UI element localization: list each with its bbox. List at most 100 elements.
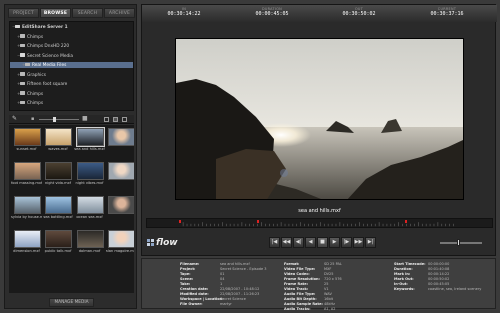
go-to-end-button[interactable]: ▶| [365, 237, 376, 248]
clip-thumbnail[interactable]: sunset.mxf [11, 128, 43, 152]
metadata-column: Format: SD 25 PAL Video File Type: MXF Video… [284, 262, 342, 312]
flow-logo-icon [147, 239, 154, 246]
clip-thumbnail-image [75, 127, 105, 147]
clip-thumbnail[interactable]: waves.mxf [43, 128, 75, 152]
metadata-value: martyr [220, 302, 232, 306]
tree-item[interactable]: + Fifteen foot square [10, 81, 133, 87]
tree-item[interactable]: + Chimps [10, 100, 133, 106]
play-reverse-button[interactable]: ◀ [305, 237, 316, 248]
clip-thumbnail[interactable]: public talk.mxf [43, 230, 75, 254]
thumbnail-view-icon[interactable] [113, 117, 118, 122]
clip-thumbnail[interactable]: sylvia by house.mxf [11, 196, 43, 220]
tree-item[interactable]: + Graphics [10, 72, 133, 78]
clip-thumbnail[interactable]: ocean sea.mxf [74, 196, 106, 220]
clip-caption: sea and hills.mxf [298, 208, 341, 214]
manage-media-button[interactable]: MANAGE MEDIA [49, 298, 94, 307]
clip-thumbnail[interactable]: foot massing.mxf [11, 162, 43, 186]
tab-bar: PROJECT BROWSE SEARCH ARCHIVE [8, 8, 135, 18]
clip-thumbnail[interactable] [106, 162, 134, 180]
timecode-duration: DURATION 00:00:45:05 [237, 7, 307, 18]
clip-filename: waves.mxf [48, 147, 68, 151]
tree-item[interactable]: + Chimps [10, 34, 133, 40]
tree-item[interactable]: − EditShare Server 1 [10, 24, 133, 30]
clip-thumbnail[interactable]: dimension.mxf [11, 230, 43, 254]
flow-logo: flow [156, 238, 178, 248]
metadata-row: File Owner: martyr [180, 302, 266, 307]
tab-archive[interactable]: ARCHIVE [104, 8, 135, 18]
clip-thumbnail[interactable]: sea and hills.mxf [74, 127, 106, 152]
folder-icon [20, 91, 25, 95]
clip-thumbnail[interactable]: dolman.mxf [74, 230, 106, 254]
go-to-start-button[interactable]: |◀ [269, 237, 280, 248]
clip-filename: night vida.mxf [44, 181, 72, 185]
clip-thumbnail-image [108, 230, 134, 248]
tree-item[interactable]: + Chimps DnxHD 220 [10, 43, 133, 49]
clip-thumbnail-grid: sunset.mxf waves.mxf sea and hills.mxf foot… [9, 125, 134, 293]
metadata-key: File Owner: [180, 302, 203, 306]
clip-thumbnail[interactable]: night vida.mxf [43, 162, 75, 186]
clip-thumbnail[interactable] [106, 196, 134, 214]
tab-browse[interactable]: BROWSE [40, 8, 71, 18]
volume-slider[interactable] [440, 239, 482, 246]
mark-in-marker[interactable] [179, 220, 181, 223]
wrench-icon[interactable]: ✎ [12, 116, 18, 122]
clip-thumbnail[interactable]: night vibes.mxf [74, 162, 106, 186]
tree-item[interactable]: + Chimps [10, 91, 133, 97]
volume-thumb[interactable] [457, 239, 460, 246]
stop-button[interactable]: ■ [317, 237, 328, 248]
mark-out-marker[interactable] [257, 220, 259, 223]
transport-controls: |◀ ◀◀ ◀| ◀ ■ ▶ |▶ ▶▶ ▶| [269, 237, 376, 249]
clip-filename: sea and hills.mxf [74, 147, 105, 151]
grid-view-icon[interactable] [104, 117, 109, 122]
player-panel: IN 00:30:14:22 DURATION 00:00:45:05 OUT … [141, 4, 497, 256]
clip-filename: sea bottling.mxf [43, 215, 73, 219]
clip-filename: alan magoire.mxf [105, 249, 135, 253]
metadata-value: coastline, sea, Ireland scenery [428, 287, 482, 291]
tree-item[interactable]: + Real Media Files [10, 62, 133, 68]
video-viewer[interactable] [175, 38, 464, 200]
clip-thumbnail-image [13, 162, 41, 180]
fast-forward-button[interactable]: ▶▶ [353, 237, 364, 248]
list-view-icon[interactable] [122, 117, 127, 122]
step-back-button[interactable]: ◀| [293, 237, 304, 248]
timeline-ticks [182, 222, 454, 227]
timecode-value: 00:30:50:02 [342, 11, 376, 17]
clip-filename: ocean sea.mxf [76, 215, 103, 219]
play-button[interactable]: ▶ [329, 237, 340, 248]
timeline-scrubber[interactable] [146, 218, 493, 228]
folder-tree: − EditShare Server 1 + Chimps + Chimps DnxHD … [9, 21, 134, 111]
clip-thumbnail-image [76, 230, 104, 248]
tab-project[interactable]: PROJECT [8, 8, 39, 18]
clip-thumbnail[interactable]: alan magoire.mxf [105, 230, 135, 254]
tree-item-label: Chimps [27, 91, 44, 97]
timecode-out: OUT 00:30:50:02 [324, 7, 394, 18]
folder-icon [15, 24, 20, 28]
timecode-in: IN 00:30:14:22 [149, 7, 219, 18]
clip-thumbnail-image [108, 162, 134, 180]
metadata-row: Audio Tracks: A1, A2 [284, 307, 342, 312]
zoom-out-icon[interactable]: ▪ [31, 116, 34, 122]
playhead-marker[interactable] [405, 220, 407, 223]
tree-item[interactable]: − Secret Science Media [10, 53, 133, 59]
clip-filename: night vibes.mxf [75, 181, 104, 185]
folder-icon [20, 100, 25, 104]
step-forward-button[interactable]: |▶ [341, 237, 352, 248]
timecode-value: 00:00:45:05 [255, 11, 289, 17]
clip-thumbnail-image [45, 162, 72, 180]
folder-icon [20, 53, 25, 57]
timecode-bar: IN 00:30:14:22 DURATION 00:00:45:05 OUT … [142, 5, 497, 22]
folder-icon [20, 34, 25, 38]
clip-thumbnail-image [76, 162, 104, 180]
slider-thumb[interactable] [53, 117, 56, 122]
thumbnail-size-slider[interactable] [39, 117, 79, 122]
folder-icon [20, 81, 25, 85]
zoom-in-icon[interactable]: ■ [82, 115, 88, 122]
clip-thumbnail[interactable]: sea bottling.mxf [43, 196, 75, 220]
tab-search[interactable]: SEARCH [72, 8, 103, 18]
clip-thumbnail-image [76, 196, 104, 214]
clip-thumbnail-image [108, 128, 134, 146]
clip-thumbnail[interactable] [106, 128, 134, 146]
clip-filename: dolman.mxf [78, 249, 101, 253]
rewind-button[interactable]: ◀◀ [281, 237, 292, 248]
metadata-value: A1, A2 [324, 307, 336, 311]
